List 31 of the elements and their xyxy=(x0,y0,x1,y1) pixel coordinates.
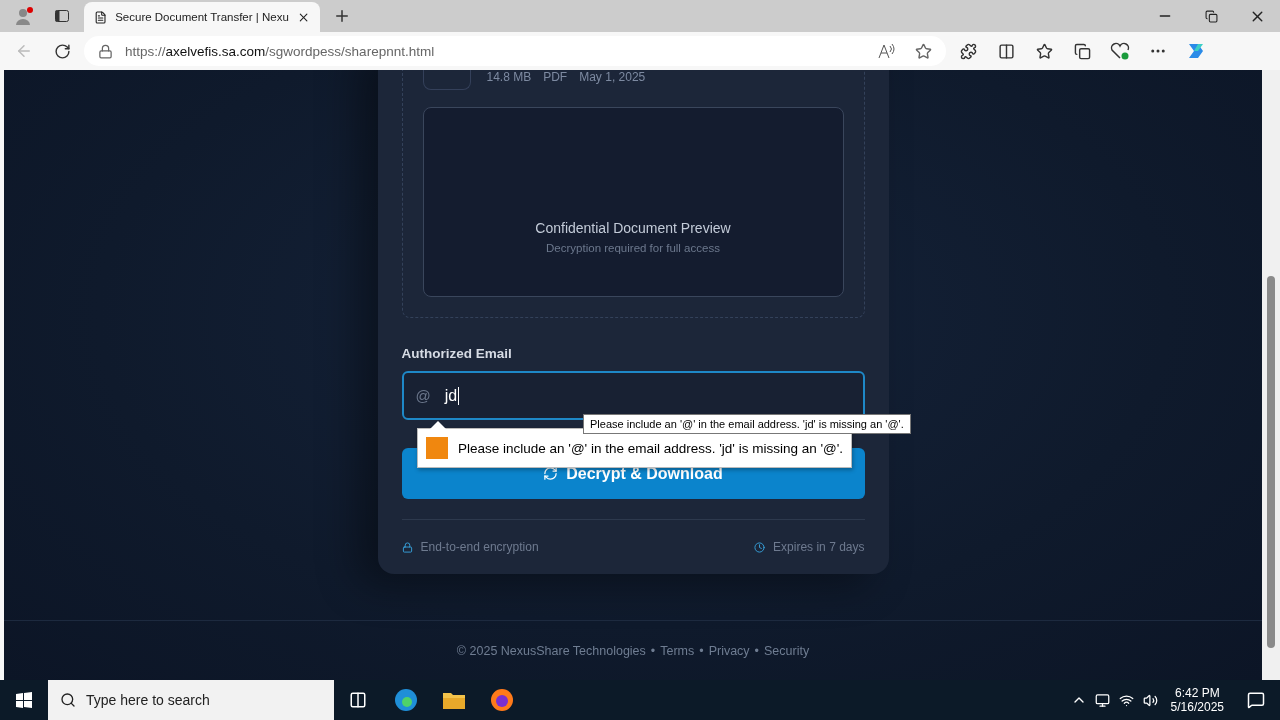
lock-icon xyxy=(98,43,113,59)
lock-icon xyxy=(401,541,413,553)
refresh-icon xyxy=(543,466,559,481)
expiry-note: Expires in 7 days xyxy=(773,540,865,554)
browser-tab[interactable]: Secure Document Transfer | Nexu xyxy=(84,2,320,32)
separator: • xyxy=(754,643,759,658)
file-meta: May 1, 2025 xyxy=(579,70,646,84)
preview-subtitle: Decryption required for full access xyxy=(546,242,720,254)
favorite-icon[interactable] xyxy=(915,42,932,60)
address-field[interactable]: https://axelvefis.sa.com/sgwordpess/sharepnnt.html xyxy=(84,36,946,66)
footer-link[interactable]: Security xyxy=(764,643,810,658)
tab-title: Secure Document Transfer | Nexu xyxy=(115,11,289,23)
email-value: jd xyxy=(444,386,460,405)
taskbar-search-field[interactable]: Type here to search xyxy=(48,680,334,720)
preview-title: Confidential Document Preview xyxy=(535,220,731,236)
footer-link[interactable]: Privacy xyxy=(708,643,750,658)
separator: • xyxy=(699,643,704,658)
page-icon xyxy=(94,9,108,25)
email-field[interactable]: @ jd xyxy=(401,371,865,420)
file-meta: 14.8 MB xyxy=(486,70,532,84)
clock[interactable]: 6:42 PM 5/16/2025 xyxy=(1162,686,1232,714)
search-icon xyxy=(60,692,76,708)
email-label: Authorized Email xyxy=(401,346,513,361)
encryption-note: End-to-end encryption xyxy=(420,540,539,554)
hover-tooltip: Please include an '@' in the email address. 'jd' is missing an '@'. xyxy=(583,414,911,434)
separator: • xyxy=(650,643,656,658)
footer-link[interactable]: Terms xyxy=(660,643,695,658)
clock-icon xyxy=(754,541,766,553)
file-meta: PDF xyxy=(543,70,568,84)
copyright-text: © 2025 NexusShare Technologies xyxy=(456,643,646,658)
at-icon: @ xyxy=(415,387,431,404)
